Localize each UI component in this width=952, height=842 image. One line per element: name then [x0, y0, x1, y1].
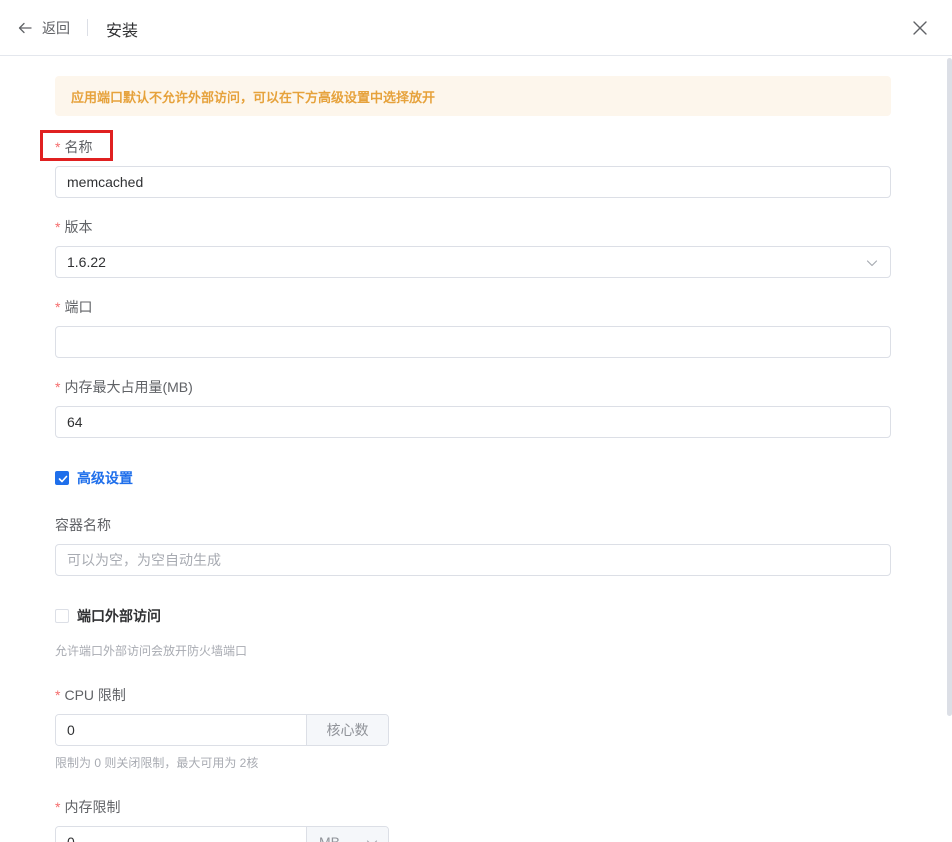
required-mark: *	[55, 799, 61, 815]
advanced-settings-checkbox[interactable]: 高级设置	[55, 468, 133, 488]
required-mark: *	[55, 299, 61, 315]
memory-limit-label: * 内存限制	[55, 797, 120, 817]
version-select[interactable]: 1.6.22	[55, 246, 891, 278]
version-label: * 版本	[55, 217, 92, 237]
check-icon	[58, 475, 68, 483]
max-memory-input[interactable]	[55, 406, 891, 438]
name-label-text: 名称	[64, 139, 93, 155]
drawer-title: 安装	[106, 23, 139, 40]
required-mark: *	[55, 687, 61, 703]
back-button[interactable]: 返回	[18, 19, 70, 37]
port-external-help: 允许端口外部访问会放开防火墙端口	[55, 644, 248, 658]
version-value: 1.6.22	[67, 254, 106, 270]
cpu-limit-label: * CPU 限制	[55, 685, 126, 705]
name-label: * 名称	[55, 137, 92, 157]
back-label: 返回	[42, 20, 70, 36]
container-name-input[interactable]	[55, 544, 891, 576]
port-label: * 端口	[55, 297, 92, 317]
memory-unit-value: MB	[319, 834, 340, 842]
required-mark: *	[55, 219, 61, 235]
alert-text: 应用端口默认不允许外部访问，可以在下方高级设置中选择放开	[71, 89, 436, 105]
max-memory-label-text: 内存最大占用量(MB)	[64, 379, 193, 395]
memory-limit-input[interactable]	[56, 827, 306, 842]
name-input[interactable]	[55, 166, 891, 198]
checkbox-checked[interactable]	[55, 471, 69, 485]
chevron-down-icon	[866, 260, 878, 267]
port-input[interactable]	[55, 326, 891, 358]
scrollbar[interactable]	[947, 58, 952, 716]
install-drawer: 返回 安装 应用端口默认不允许外部访问，可以在下方高级设置中选择放开 *名称 *…	[0, 0, 952, 842]
chevron-down-icon	[366, 840, 378, 842]
close-icon[interactable]	[913, 21, 927, 35]
advanced-settings-label: 高级设置	[77, 470, 133, 486]
version-label-text: 版本	[64, 219, 93, 235]
cpu-limit-label-text: CPU 限制	[64, 687, 126, 703]
warning-alert: 应用端口默认不允许外部访问，可以在下方高级设置中选择放开	[55, 76, 891, 116]
port-external-label: 端口外部访问	[77, 608, 161, 624]
cpu-limit-group: 核心数	[55, 714, 389, 746]
drawer-header: 返回 安装	[0, 0, 952, 56]
required-mark: *	[55, 139, 61, 155]
port-label-text: 端口	[64, 299, 93, 315]
memory-limit-label-text: 内存限制	[64, 799, 121, 815]
cpu-limit-input[interactable]	[56, 715, 306, 745]
checkbox-unchecked[interactable]	[55, 609, 69, 623]
header-divider	[87, 19, 88, 36]
required-mark: *	[55, 379, 61, 395]
container-name-label: 容器名称	[55, 517, 111, 533]
cpu-unit-label: 核心数	[306, 715, 388, 745]
cpu-limit-help: 限制为 0 则关闭限制，最大可用为 2核	[55, 756, 259, 770]
arrow-left-icon	[18, 22, 32, 34]
max-memory-label: * 内存最大占用量(MB)	[55, 377, 193, 397]
memory-unit-select[interactable]: MB	[306, 827, 388, 842]
port-external-checkbox[interactable]: 端口外部访问	[55, 606, 161, 626]
memory-limit-group: MB	[55, 826, 389, 842]
